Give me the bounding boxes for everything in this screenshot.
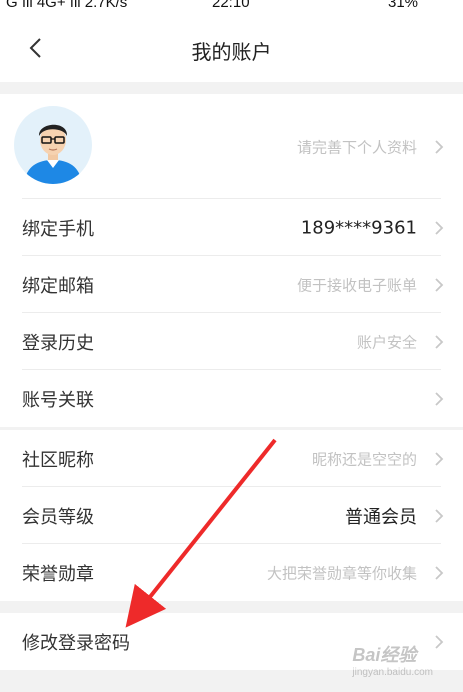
watermark: Bai经验 jingyan.baidu.com [352, 641, 433, 678]
account-row[interactable]: 登录历史 账户安全 [0, 313, 463, 370]
network-status: G ıll 4G+ ıll 2.7K/s [6, 0, 128, 11]
watermark-sub: jingyan.baidu.com [352, 667, 433, 678]
status-bar: G ıll 4G+ ıll 2.7K/s 22:10 31% [0, 0, 463, 12]
row-value: 189****9361 [300, 217, 417, 238]
row-value: 大把荣誉勋章等你收集 [266, 564, 417, 582]
chevron-right-icon [435, 139, 444, 154]
community-section: 社区昵称 昵称还是空空的会员等级 普通会员荣誉勋章 大把荣誉勋章等你收集 [0, 430, 463, 601]
chevron-right-icon [435, 277, 444, 292]
row-label: 荣誉勋章 [22, 563, 94, 585]
chevron-right-icon [435, 220, 444, 235]
user-avatar-icon [24, 124, 82, 184]
account-row[interactable]: 账号关联 [0, 370, 463, 427]
row-value: 便于接收电子账单 [296, 276, 417, 294]
row-value: 昵称还是空空的 [311, 450, 417, 468]
status-time: 22:10 [212, 0, 250, 11]
row-value: 普通会员 [345, 506, 417, 528]
chevron-right-icon [435, 565, 444, 580]
battery-level: 31% [388, 0, 419, 11]
row-label: 绑定邮箱 [22, 275, 94, 297]
profile-row[interactable]: 请完善下个人资料 [0, 94, 463, 199]
account-row[interactable]: 绑定邮箱 便于接收电子账单 [0, 256, 463, 313]
row-label: 修改登录密码 [22, 632, 130, 654]
community-row[interactable]: 会员等级 普通会员 [0, 487, 463, 544]
row-label: 登录历史 [22, 332, 94, 354]
row-label: 账号关联 [22, 389, 94, 411]
community-row[interactable]: 社区昵称 昵称还是空空的 [0, 430, 463, 487]
nav-bar: 我的账户 [0, 12, 463, 82]
chevron-right-icon [435, 391, 444, 406]
chevron-right-icon [435, 508, 444, 523]
page-title: 我的账户 [191, 40, 272, 64]
chevron-right-icon [435, 451, 444, 466]
avatar[interactable] [14, 106, 92, 184]
row-value: 账户安全 [356, 333, 417, 351]
chevron-right-icon [435, 634, 444, 649]
profile-hint: 请完善下个人资料 [296, 138, 417, 156]
chevron-right-icon [435, 334, 444, 349]
community-row[interactable]: 荣誉勋章 大把荣誉勋章等你收集 [0, 544, 463, 601]
row-label: 会员等级 [22, 506, 94, 528]
row-label: 社区昵称 [22, 449, 94, 471]
watermark-text: Bai经验 [352, 645, 417, 665]
row-label: 绑定手机 [22, 218, 94, 240]
account-section: 请完善下个人资料 绑定手机 189****9361 绑定邮箱 便于接收电子账单登录历史… [0, 94, 463, 427]
account-row[interactable]: 绑定手机 189****9361 [0, 199, 463, 256]
